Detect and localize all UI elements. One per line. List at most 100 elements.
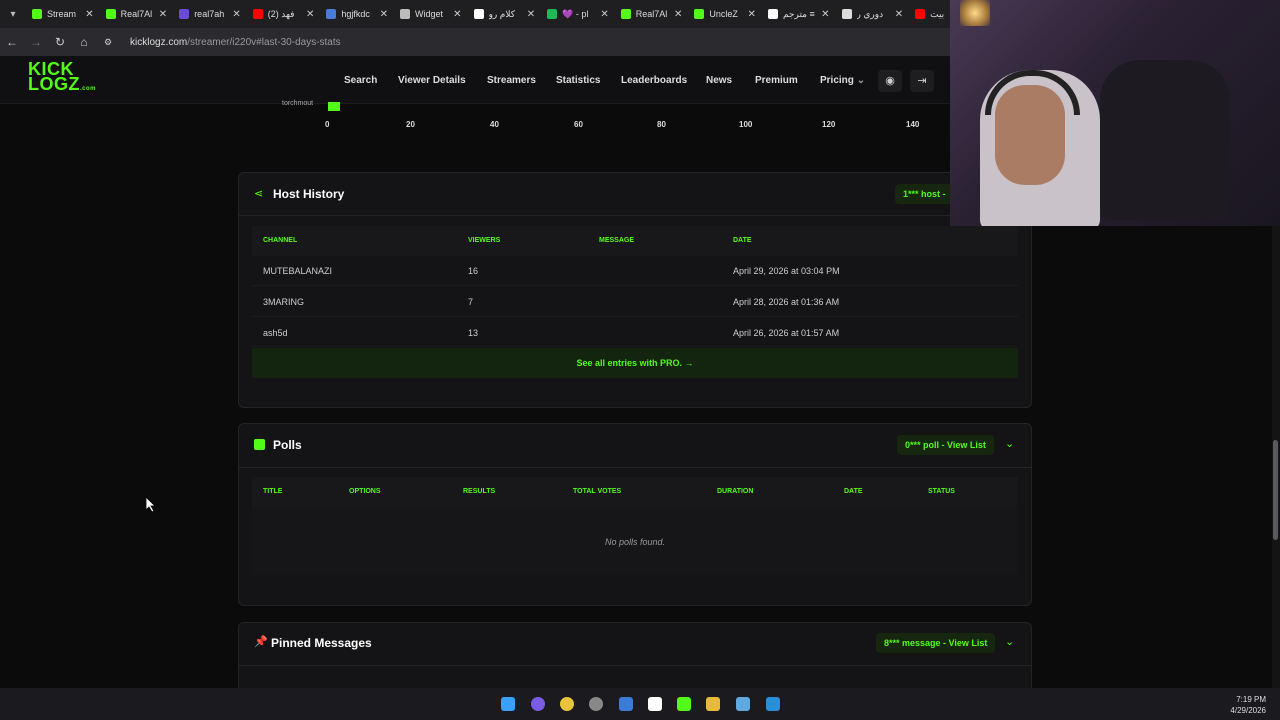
tab-title: كلام رو [488, 8, 515, 19]
discord-app-icon[interactable] [531, 697, 545, 711]
forward-icon[interactable]: → [24, 35, 48, 49]
nav-leaderboards[interactable]: Leaderboards [621, 75, 687, 86]
tab-list-button[interactable]: ▾ [0, 0, 26, 28]
table-row [252, 317, 1018, 347]
divider [238, 467, 1032, 468]
clock-time: 7:19 PM [1236, 695, 1266, 704]
share-icon: ⋖ [254, 188, 264, 200]
browser-tab[interactable]: دوري ر ✕ [836, 2, 910, 26]
browser-tab[interactable]: Widget ✕ [394, 2, 468, 26]
tab-strip: Stream ✕ Real7Al ✕ real7ah ✕ (2) فهد ✕ hgjfkdc ✕ W… [26, 2, 983, 26]
home-icon[interactable]: ⌂ [72, 35, 96, 49]
logo-suffix: .com [80, 86, 97, 92]
chart-card [238, 104, 1032, 156]
browser-tab[interactable]: Real7Al ✕ [100, 2, 174, 26]
windows-taskbar [0, 688, 1280, 720]
browser-tab[interactable]: كلام رو ✕ [468, 2, 542, 26]
close-icon[interactable]: ✕ [85, 9, 93, 20]
browser-tab[interactable]: Stream ✕ [26, 2, 100, 26]
divider [238, 215, 1032, 216]
login-icon[interactable]: ⇥ [910, 70, 934, 92]
close-icon[interactable]: ✕ [895, 9, 903, 20]
back-icon[interactable]: ← [0, 35, 24, 49]
close-icon[interactable]: ✕ [453, 9, 461, 20]
kicklogz-logo[interactable]: KICK LOGZ.com [28, 60, 96, 96]
pinned-title: Pinned Messages [271, 636, 372, 650]
see-all-pro-link[interactable]: See all entries with PRO. → [252, 348, 1018, 378]
nav-statistics[interactable]: Statistics [556, 75, 600, 86]
host-history-pill[interactable]: 1*** host - [895, 184, 950, 204]
cell-viewers: 13 [468, 328, 479, 338]
close-icon[interactable]: ✕ [600, 9, 608, 20]
site-info-icon[interactable]: ⚙ [96, 37, 120, 48]
kick-app-icon[interactable] [677, 697, 691, 711]
browser-tab[interactable]: (2) فهد ✕ [247, 2, 321, 26]
close-icon[interactable]: ✕ [674, 9, 682, 20]
chevron-down-icon[interactable]: ⌄ [1005, 635, 1014, 648]
col-title: TITLE [263, 488, 283, 495]
browser-tab[interactable]: real7ah ✕ [173, 2, 247, 26]
polls-pill[interactable]: 0*** poll - View List [897, 435, 994, 455]
nav-viewer-details[interactable]: Viewer Details [398, 75, 466, 86]
nav-search[interactable]: Search [344, 75, 377, 86]
host-table-header [252, 226, 1018, 256]
close-icon[interactable]: ✕ [306, 9, 314, 20]
close-icon[interactable]: ✕ [821, 9, 829, 20]
close-icon[interactable]: ✕ [380, 9, 388, 20]
browser-tab[interactable]: 💜 - pl ✕ [541, 2, 615, 26]
nav-premium[interactable]: Premium [755, 75, 798, 86]
close-icon[interactable]: ✕ [159, 9, 167, 20]
pinned-pill[interactable]: 8*** message - View List [876, 633, 996, 653]
app-icon[interactable] [766, 697, 780, 711]
notepad-icon[interactable] [736, 697, 750, 711]
nav-news[interactable]: News [706, 75, 732, 86]
start-icon[interactable] [501, 697, 515, 711]
cell-viewers: 16 [468, 266, 479, 276]
tab-title: UncleZ [709, 9, 738, 19]
widget-icon [399, 9, 410, 19]
tab-title: Real7Al [120, 9, 153, 19]
lamp [960, 0, 990, 26]
nav-streamers[interactable]: Streamers [487, 75, 536, 86]
url-path: /streamer/i220v#last-30-days-stats [187, 36, 341, 48]
chevron-down-icon[interactable]: ⌄ [1005, 437, 1014, 450]
close-icon[interactable]: ✕ [232, 9, 240, 20]
app-icon[interactable] [648, 697, 662, 711]
no-polls-message: No polls found. [604, 537, 666, 547]
host-history-title: Host History [273, 187, 345, 201]
obs-icon[interactable] [589, 697, 603, 711]
url-field[interactable]: kicklogz.com/streamer/i220v#last-30-days… [130, 37, 341, 48]
col-date: DATE [733, 237, 752, 244]
discord-icon[interactable]: ◉ [878, 70, 902, 92]
tab-title: Widget [414, 9, 443, 19]
col-channel: CHANNEL [263, 237, 298, 244]
reload-icon[interactable]: ↻ [48, 35, 72, 49]
youtube-icon [915, 9, 926, 19]
col-status: STATUS [928, 488, 955, 495]
browser-tab[interactable]: مترجم ≡ ✕ [762, 2, 836, 26]
google-icon [767, 9, 778, 19]
divider [238, 665, 1032, 666]
chrome-icon[interactable] [560, 697, 574, 711]
cell-channel: 3MARING [263, 297, 305, 307]
scrollbar-thumb[interactable] [1273, 440, 1278, 540]
close-icon[interactable]: ✕ [748, 9, 756, 20]
kick-icon [694, 9, 705, 19]
r-icon [326, 9, 337, 19]
browser-tab[interactable]: UncleZ ✕ [688, 2, 762, 26]
cell-date: April 26, 2026 at 01:57 AM [733, 328, 840, 338]
tab-title: Stream [47, 9, 77, 19]
tab-title: (2) فهد [267, 8, 295, 19]
system-clock[interactable]: 7:19 PM 4/29/2026 [1230, 694, 1266, 716]
nav-pricing[interactable]: Pricing ⌄ [820, 75, 865, 86]
x-tick: 120 [822, 120, 836, 129]
browser-tab[interactable]: Real7Al ✕ [615, 2, 689, 26]
browser-tab[interactable]: hgjfkdc ✕ [320, 2, 394, 26]
x-tick: 20 [406, 120, 415, 129]
file-explorer-icon[interactable] [706, 697, 720, 711]
close-icon[interactable]: ✕ [527, 9, 535, 20]
col-duration: DURATION [717, 488, 754, 495]
app-icon[interactable] [619, 697, 633, 711]
kick-icon [105, 9, 116, 19]
col-total-votes: TOTAL VOTES [573, 488, 622, 495]
